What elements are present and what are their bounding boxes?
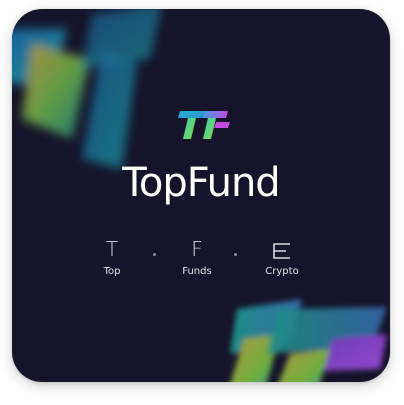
pillar-caption: Top <box>103 266 121 277</box>
separator-dot <box>234 253 237 256</box>
pillar-funds: F Funds <box>162 237 232 278</box>
topfund-logo-icon <box>178 111 230 139</box>
topfund-card: TopFund T Top F Funds Crypto <box>12 9 390 382</box>
pillar-glyph: F <box>191 237 203 261</box>
crypto-c-icon <box>247 237 317 261</box>
brand-name: TopFund <box>122 160 280 206</box>
pillar-glyph: T <box>105 237 119 261</box>
separator-dot <box>153 253 156 256</box>
pillar-crypto: Crypto <box>247 237 317 278</box>
brand-pillars: T Top F Funds Crypto <box>12 237 390 287</box>
pillar-caption: Crypto <box>265 266 299 277</box>
pillar-caption: Funds <box>182 266 212 277</box>
pillar-top: T Top <box>77 237 147 278</box>
